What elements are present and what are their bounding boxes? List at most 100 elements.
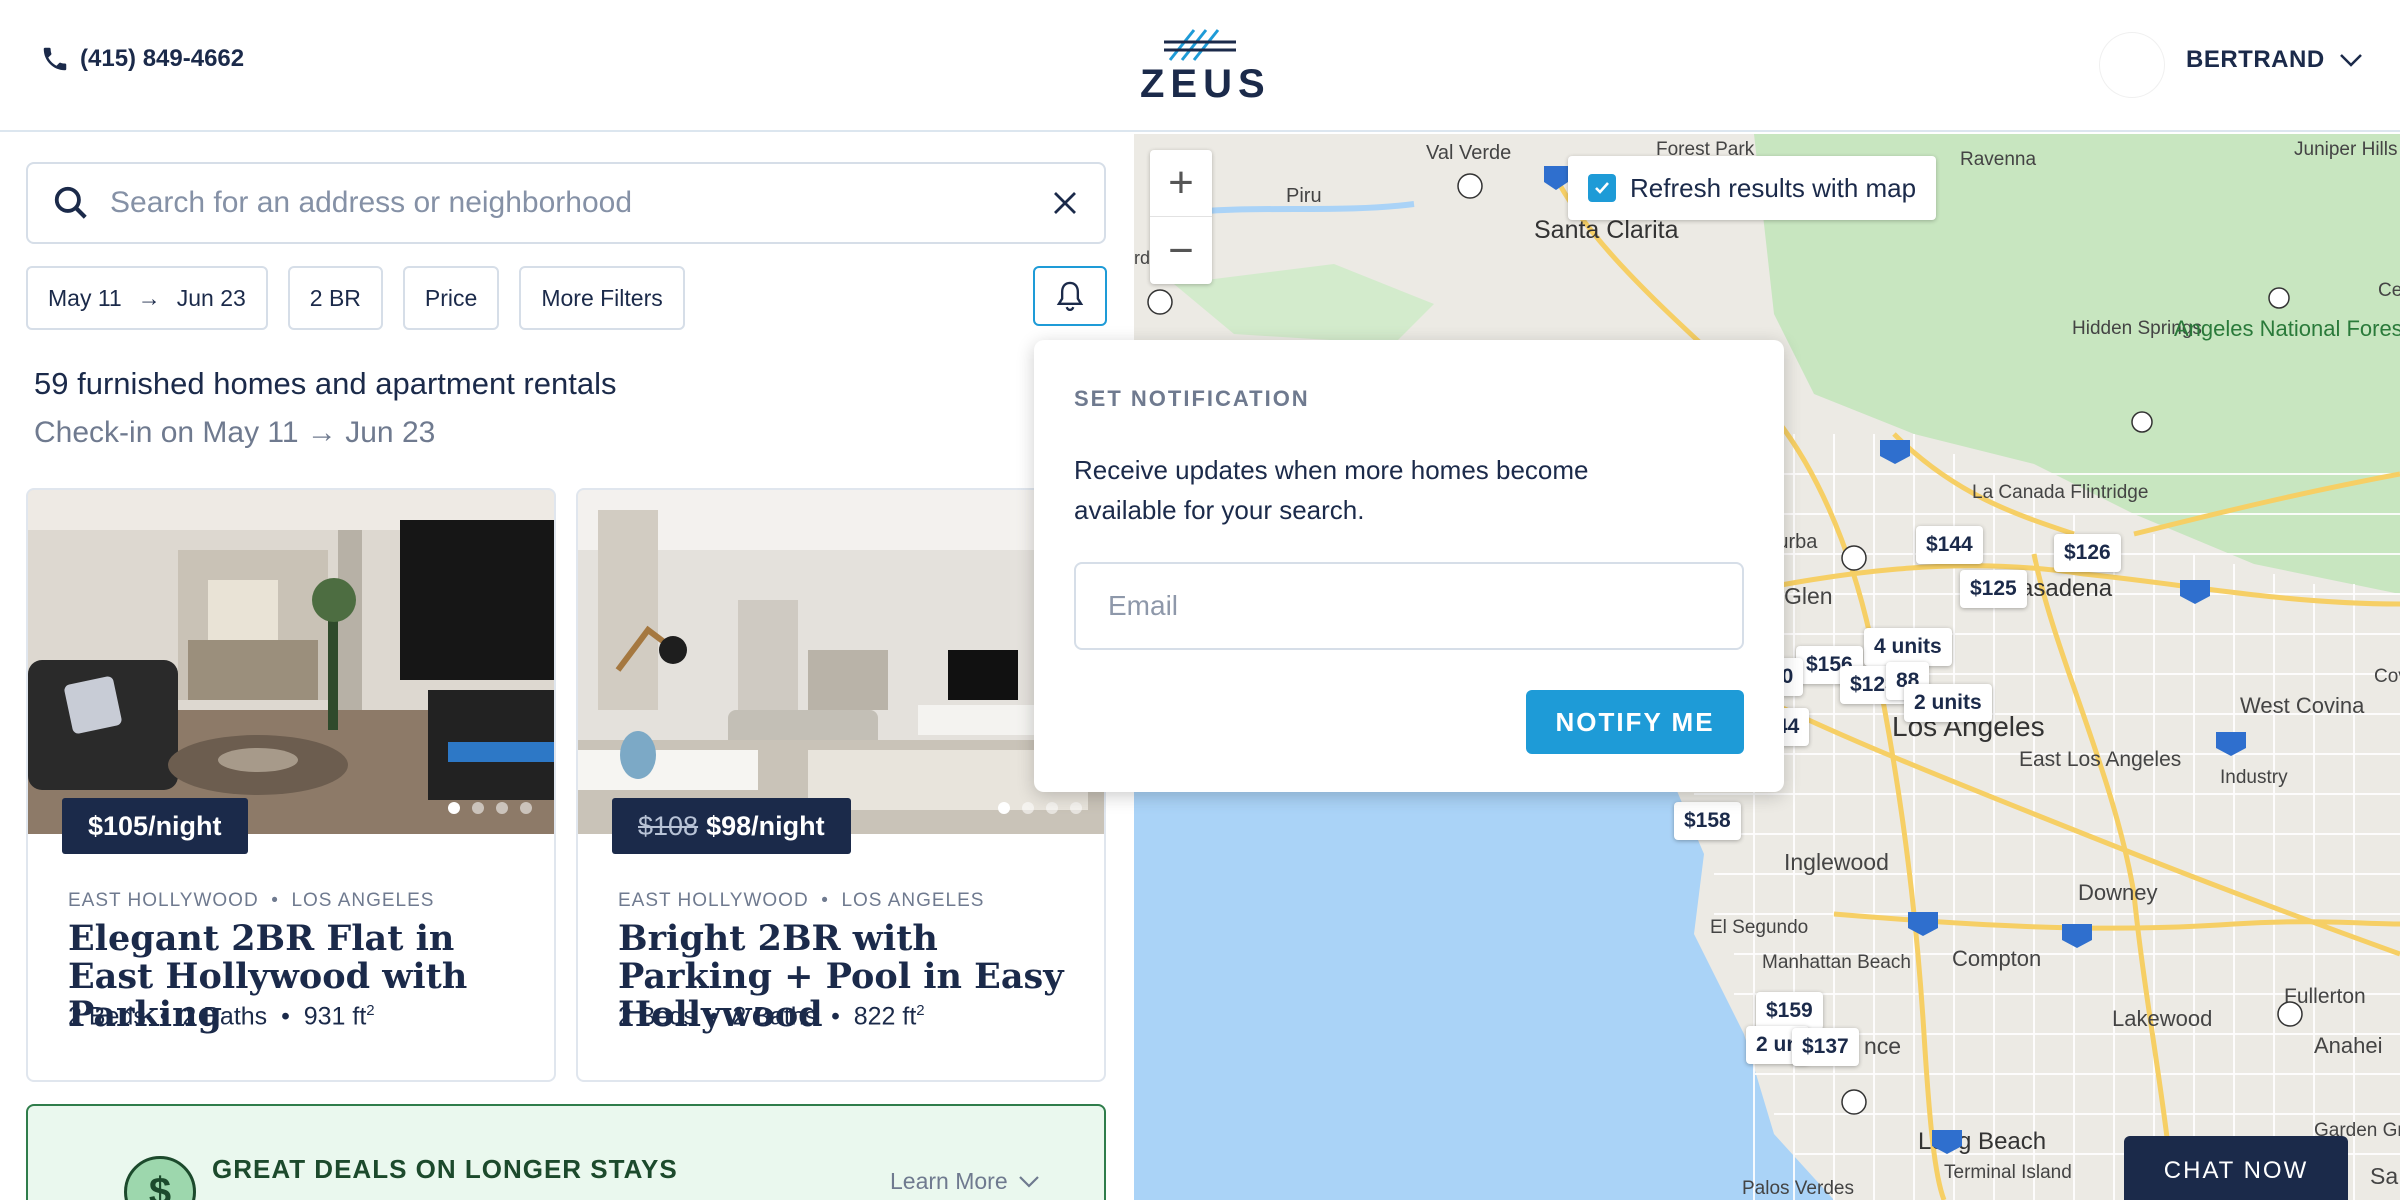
zoom-controls: + − — [1150, 150, 1212, 284]
photo-dot[interactable] — [1046, 802, 1058, 814]
area-unit: 2 — [916, 1002, 925, 1019]
phone-icon — [43, 47, 67, 71]
price-badge: $108 $98/night — [612, 798, 851, 854]
clear-search-icon[interactable] — [1050, 188, 1080, 218]
checkin-subtitle: Check-in on May 11 → Jun 23 — [34, 416, 436, 449]
listing-specs: 2 Beds • 2 Baths • 822 ft2 — [618, 1002, 925, 1031]
map-label: Sa — [2370, 1163, 2398, 1189]
more-filters-button[interactable]: More Filters — [519, 266, 685, 330]
map-label: El Segundo — [1710, 917, 1808, 938]
city: LOS ANGELES — [841, 890, 985, 911]
map-price-pin[interactable]: 4 units — [1864, 628, 1952, 666]
listing-location: EAST HOLLYWOOD • LOS ANGELES — [68, 890, 435, 911]
deals-title: GREAT DEALS ON LONGER STAYS — [212, 1154, 678, 1184]
listing-photo[interactable] — [28, 490, 554, 834]
learn-more-link[interactable]: Learn More — [890, 1168, 1040, 1195]
chevron-down-icon — [1018, 1175, 1039, 1188]
map-label: Manhattan Beach — [1762, 952, 1911, 973]
map-label: Angeles National Forest — [2174, 316, 2400, 341]
map-price-pin[interactable]: $144 — [1916, 526, 1983, 564]
logo-mark-icon — [1164, 29, 1236, 61]
user-name: BERTRAND — [2186, 46, 2325, 73]
area: 822 ft — [853, 1002, 917, 1031]
photo-dot[interactable] — [1070, 802, 1082, 814]
map-label: Industry — [2220, 767, 2288, 788]
notification-button[interactable] — [1033, 266, 1107, 326]
listing-photo[interactable] — [578, 490, 1104, 834]
map-label: Juniper Hills — [2294, 139, 2397, 160]
set-notification-popover: SET NOTIFICATION Receive updates when mo… — [1034, 340, 1784, 792]
popover-title: SET NOTIFICATION — [1074, 386, 1310, 411]
user-menu[interactable]: BERTRAND — [2186, 46, 2363, 74]
price-badge: $105/night — [62, 798, 248, 854]
notify-me-button[interactable]: NOTIFY ME — [1526, 690, 1744, 754]
photo-dot[interactable] — [496, 802, 508, 814]
photo-pagination[interactable] — [998, 802, 1082, 814]
map-price-pin[interactable]: $125 — [1960, 570, 2027, 608]
map-price-pin[interactable]: $158 — [1674, 802, 1741, 840]
zoom-in-button[interactable]: + — [1150, 150, 1212, 217]
bell-icon — [1056, 281, 1084, 312]
map-label: East Los Angeles — [2019, 748, 2181, 771]
map-label: Compton — [1952, 946, 2041, 971]
map-label: Piru — [1286, 185, 1322, 207]
zoom-out-button[interactable]: − — [1150, 217, 1212, 284]
baths: 2 Baths — [182, 1002, 268, 1031]
map-price-pin[interactable]: $126 — [2054, 534, 2121, 572]
map-label: Palos Verdes — [1742, 1178, 1854, 1199]
map-label: Cov — [2374, 666, 2400, 687]
photo-dot[interactable] — [448, 802, 460, 814]
chat-now-button[interactable]: CHAT NOW — [2124, 1136, 2348, 1200]
map-label: La Canada Flintridge — [1972, 482, 2148, 503]
photo-dot[interactable] — [998, 802, 1010, 814]
map-label: Santa Clarita — [1534, 216, 1679, 244]
price-filter[interactable]: Price — [402, 266, 500, 330]
date-end: Jun 23 — [176, 284, 246, 311]
avatar[interactable] — [2100, 33, 2164, 97]
map-price-pin[interactable]: 2 units — [1904, 684, 1992, 722]
area: 931 ft — [303, 1002, 367, 1031]
dollar-coin-icon: $ — [124, 1156, 196, 1200]
photo-dot[interactable] — [1022, 802, 1034, 814]
listing-card[interactable]: $108 $98/night EAST HOLLYWOOD • LOS ANGE… — [576, 488, 1106, 1082]
zeus-logo[interactable]: ZEUS — [1140, 26, 1271, 106]
photo-pagination[interactable] — [448, 802, 532, 814]
beds: 2 Beds — [68, 1002, 146, 1031]
results-panel: May 11 → Jun 23 2 BR Price More Filters … — [0, 134, 1134, 1200]
map-label: Anahei — [2314, 1033, 2383, 1058]
map-label: West Covina — [2240, 693, 2365, 718]
app-root: (415) 849-4662 ZEUS BERTRAND May 11 — [0, 0, 2400, 1200]
refresh-with-map-toggle[interactable]: Refresh results with map — [1568, 156, 1937, 220]
email-field[interactable] — [1074, 562, 1744, 650]
search-input[interactable] — [110, 186, 1050, 220]
original-price: $108 — [638, 810, 699, 841]
neighborhood: EAST HOLLYWOOD — [68, 890, 259, 911]
date-arrow: → — [137, 284, 161, 311]
map-price-pin[interactable]: $159 — [1756, 992, 1823, 1030]
apartment-image — [578, 490, 1104, 834]
learn-more-label: Learn More — [890, 1168, 1008, 1194]
map-label: Inglewood — [1784, 849, 1889, 875]
phone-link[interactable]: (415) 849-4662 — [40, 44, 244, 74]
search-icon — [54, 186, 87, 219]
popover-description: Receive updates when more homes become a… — [1074, 455, 1589, 525]
listing-card[interactable]: $105/night EAST HOLLYWOOD • LOS ANGELES … — [26, 488, 556, 1082]
refresh-label: Refresh results with map — [1630, 172, 1917, 203]
listing-location: EAST HOLLYWOOD • LOS ANGELES — [618, 890, 985, 911]
map-label: Lakewood — [2112, 1006, 2212, 1031]
logo-text: ZEUS — [1140, 62, 1271, 106]
checkbox-checked-icon[interactable] — [1588, 174, 1616, 202]
area-unit: 2 — [366, 1002, 375, 1019]
date-range-filter[interactable]: May 11 → Jun 23 — [26, 266, 268, 330]
photo-dot[interactable] — [472, 802, 484, 814]
map-price-pin[interactable]: $137 — [1792, 1028, 1859, 1066]
neighborhood: EAST HOLLYWOOD — [618, 890, 809, 911]
map-label: Glen — [1784, 583, 1833, 609]
listing-specs: 2 Beds • 2 Baths • 931 ft2 — [68, 1002, 375, 1031]
map-label: Val Verde — [1426, 142, 1511, 164]
photo-dot[interactable] — [520, 802, 532, 814]
map-label: Ravenna — [1960, 149, 2036, 170]
map-label: Cedar — [2378, 280, 2400, 301]
bedrooms-filter[interactable]: 2 BR — [287, 266, 383, 330]
map-label: Downey — [2078, 880, 2157, 905]
